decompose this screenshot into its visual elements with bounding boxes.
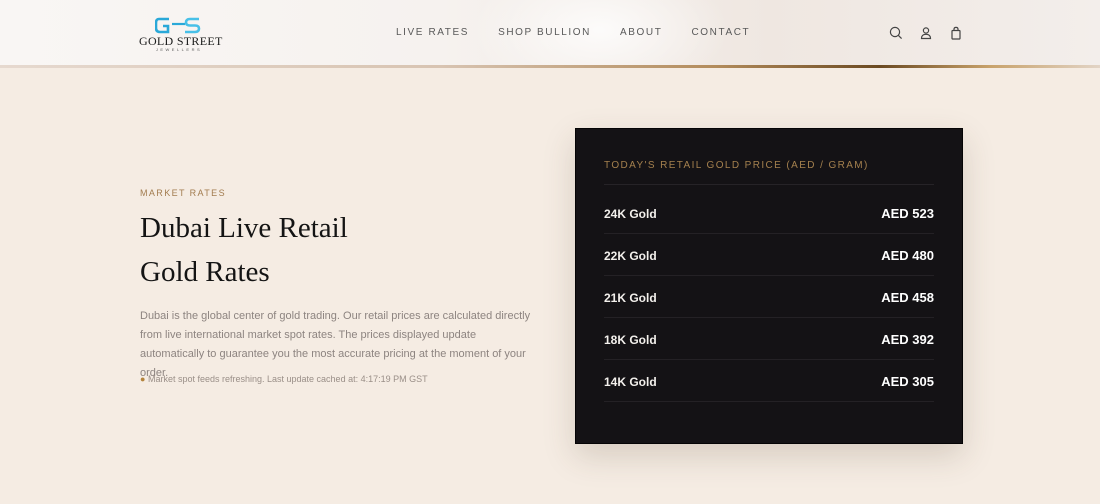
rate-value: AED 523 — [881, 206, 934, 221]
rate-row-22k: 22K Gold AED 480 — [604, 234, 934, 276]
nav-contact[interactable]: CONTACT — [691, 27, 750, 38]
page-title-line-1: Dubai Live Retail — [140, 212, 348, 244]
rate-label: 14K Gold — [604, 375, 657, 389]
hero-description: Dubai is the global center of gold tradi… — [140, 310, 531, 379]
rate-row-21k: 21K Gold AED 458 — [604, 276, 934, 318]
nav-shop-bullion[interactable]: SHOP BULLION — [498, 27, 591, 38]
rate-row-14k: 14K Gold AED 305 — [604, 360, 934, 402]
card-divider — [604, 184, 934, 185]
page-title-line-2: Gold Rates — [140, 256, 270, 288]
rate-value: AED 305 — [881, 374, 934, 389]
shopping-bag-icon[interactable] — [948, 25, 964, 41]
logo-monogram-icon — [155, 17, 201, 34]
gold-rates-card: TODAY'S RETAIL GOLD PRICE (AED / GRAM) 2… — [575, 128, 963, 444]
user-icon[interactable] — [918, 25, 934, 41]
rate-row-18k: 18K Gold AED 392 — [604, 318, 934, 360]
update-status-text: Market spot feeds refreshing. Last updat… — [147, 374, 428, 384]
header-accent-band — [0, 65, 1100, 68]
header-actions — [888, 25, 964, 41]
main-nav: LIVE RATES SHOP BULLION ABOUT CONTACT — [396, 27, 750, 38]
rate-label: 18K Gold — [604, 333, 657, 347]
rate-value: AED 392 — [881, 332, 934, 347]
rate-label: 22K Gold — [604, 249, 657, 263]
nav-about[interactable]: ABOUT — [620, 27, 662, 38]
rate-value: AED 458 — [881, 290, 934, 305]
search-icon[interactable] — [888, 25, 904, 41]
rates-card-title: TODAY'S RETAIL GOLD PRICE (AED / GRAM) — [604, 160, 869, 171]
brand-subtitle: JEWELLERS — [155, 47, 203, 52]
update-status: ● Market spot feeds refreshing. Last upd… — [140, 374, 428, 384]
site-header: GOLD STREET JEWELLERS LIVE RATES SHOP BU… — [0, 0, 1100, 68]
brand-logo[interactable]: GOLD STREET JEWELLERS — [139, 16, 222, 52]
rate-label: 21K Gold — [604, 291, 657, 305]
page-title: Dubai Live Retail Gold Rates — [140, 206, 500, 294]
rate-value: AED 480 — [881, 248, 934, 263]
status-dot-icon: ● — [140, 374, 146, 384]
nav-live-rates[interactable]: LIVE RATES — [396, 27, 469, 38]
section-eyebrow: MARKET RATES — [140, 188, 226, 198]
rate-label: 24K Gold — [604, 207, 657, 221]
rate-row-24k: 24K Gold AED 523 — [604, 192, 934, 234]
